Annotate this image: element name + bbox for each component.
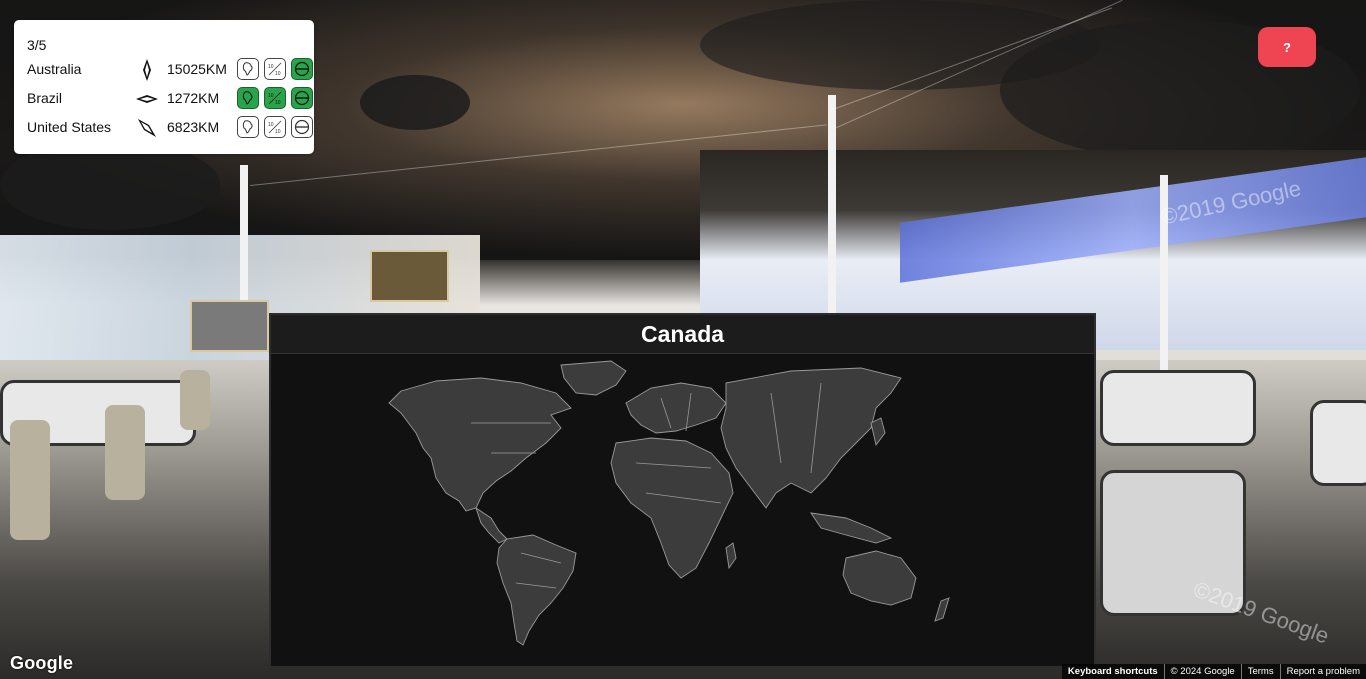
svg-text:10: 10 (275, 71, 281, 77)
madagascar[interactable] (725, 542, 737, 570)
guess-distance: 15025KM (167, 61, 227, 77)
world-map-panel: Canada (269, 313, 1096, 668)
north-arrow-icon (135, 58, 159, 82)
svg-text:10: 10 (268, 93, 274, 99)
pedestrian (10, 420, 50, 540)
keyboard-shortcuts-link[interactable]: Keyboard shortcuts (1062, 664, 1164, 679)
guess-country: United States (27, 119, 112, 135)
car (1310, 400, 1366, 486)
storefront-sign (190, 300, 269, 352)
hemisphere-hint-button[interactable] (291, 116, 313, 138)
guess-row: Australia 15025KM 10 10 (27, 58, 313, 82)
population-hint-button[interactable]: 10 10 (264, 87, 286, 109)
australia[interactable] (842, 550, 917, 606)
east-west-arrow-icon (135, 87, 159, 111)
guess-country: Brazil (27, 90, 63, 106)
population-icon: 1010 (268, 62, 282, 77)
continent-hint-button[interactable] (237, 58, 259, 80)
guess-country: Australia (27, 61, 82, 77)
north-america[interactable] (388, 377, 572, 512)
guess-row: Brazil 1272KM 10 10 (27, 87, 313, 111)
storefront-sign (370, 250, 449, 302)
guesses-panel: 3/5 Australia 15025KM 10 10 Brazil 1272KM… (14, 20, 314, 154)
svg-text:10: 10 (275, 129, 281, 135)
utility-pole (240, 165, 248, 315)
africa[interactable] (610, 437, 734, 579)
guess-row: United States 6823KM 10 10 (27, 116, 313, 140)
greenland[interactable] (560, 360, 627, 396)
hemisphere-hint-button[interactable] (291, 87, 313, 109)
southeast-asia-islands[interactable] (810, 512, 893, 544)
hemisphere-icon (294, 90, 310, 106)
hemisphere-icon (294, 61, 310, 77)
svg-text:10: 10 (268, 64, 274, 70)
car (1100, 370, 1256, 446)
continent-icon (242, 91, 253, 105)
japan[interactable] (870, 417, 886, 447)
pedestrian (105, 405, 145, 500)
map-footer: Keyboard shortcuts © 2024 Google Terms R… (1061, 664, 1366, 679)
world-map[interactable] (271, 353, 1094, 666)
southeast-arrow-icon (135, 116, 159, 140)
continent-hint-button[interactable] (237, 116, 259, 138)
population-hint-button[interactable]: 10 10 (264, 58, 286, 80)
report-problem-link[interactable]: Report a problem (1279, 664, 1366, 679)
hemisphere-icon (294, 119, 310, 135)
guess-distance: 1272KM (167, 90, 220, 106)
svg-text:10: 10 (268, 122, 274, 128)
hemisphere-hint-button[interactable] (291, 58, 313, 80)
population-icon: 1010 (268, 120, 282, 135)
help-button[interactable]: ? (1258, 27, 1316, 67)
population-icon: 1010 (268, 91, 282, 106)
continent-hint-button[interactable] (237, 87, 259, 109)
pedestrian (180, 370, 210, 430)
google-logo: Google (10, 653, 74, 673)
continent-icon (242, 120, 253, 134)
guess-distance: 6823KM (167, 119, 220, 135)
continent-icon (242, 62, 253, 76)
new-zealand[interactable] (934, 597, 950, 622)
terms-link[interactable]: Terms (1240, 664, 1280, 679)
target-country-title: Canada (271, 315, 1094, 354)
central-america[interactable] (475, 506, 508, 544)
population-hint-button[interactable]: 10 10 (264, 116, 286, 138)
europe[interactable] (625, 382, 727, 434)
copyright-text: © 2024 Google (1163, 664, 1241, 679)
round-counter: 3/5 (27, 37, 47, 53)
south-america[interactable] (496, 534, 577, 646)
svg-text:10: 10 (275, 100, 281, 106)
cloud (360, 75, 470, 130)
